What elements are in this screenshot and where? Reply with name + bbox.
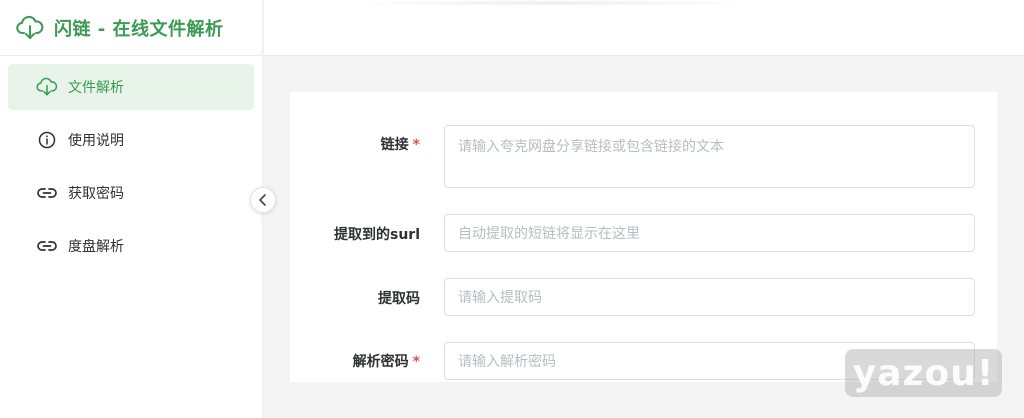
sidebar-item-baidu-parse[interactable]: 度盘解析 (8, 223, 254, 269)
link-icon (36, 182, 58, 204)
top-header (264, 0, 1024, 56)
info-circle-icon (36, 129, 58, 151)
link-label: 链接 * (380, 137, 420, 153)
sidebar-item-usage[interactable]: 使用说明 (8, 117, 254, 163)
surl-label: 提取到的surl (333, 227, 420, 243)
sidebar-item-label: 文件解析 (68, 80, 124, 96)
header-shadow (344, 0, 764, 6)
sidebar-item-label: 度盘解析 (68, 239, 124, 255)
code-placeholder: 请输入提取码 (458, 290, 542, 306)
sidebar-menu: 文件解析 使用说明 获取密码 度盘解析 (0, 56, 262, 269)
brand-title: 闪链 - 在线文件解析 (54, 18, 224, 40)
brand-header: 闪链 - 在线文件解析 (0, 0, 262, 56)
parse-form-card: 链接 * 请输入夸克网盘分享链接或包含链接的文本 提取到的surl 自动提取的短链… (290, 92, 997, 382)
cloud-download-icon (16, 14, 44, 42)
link-textarea[interactable]: 请输入夸克网盘分享链接或包含链接的文本 (444, 125, 975, 188)
watermark: yazou! (845, 349, 1002, 397)
sidebar-item-label: 使用说明 (68, 133, 124, 149)
link-icon (36, 235, 58, 257)
required-mark: * (412, 137, 420, 153)
required-mark: * (412, 354, 420, 370)
chevron-left-icon (258, 191, 268, 210)
sidebar-item-file-parse[interactable]: 文件解析 (8, 64, 254, 110)
surl-placeholder: 自动提取的短链将显示在这里 (458, 226, 640, 242)
sidebar-collapse-button[interactable] (250, 187, 276, 213)
password-label: 解析密码 * (352, 354, 420, 370)
surl-input[interactable]: 自动提取的短链将显示在这里 (444, 214, 975, 252)
password-placeholder: 请输入解析密码 (458, 354, 556, 370)
link-placeholder: 请输入夸克网盘分享链接或包含链接的文本 (458, 139, 724, 155)
sidebar-item-label: 获取密码 (68, 186, 124, 202)
cloud-download-icon (36, 76, 58, 98)
sidebar-item-get-password[interactable]: 获取密码 (8, 170, 254, 216)
code-label: 提取码 (378, 291, 420, 307)
sidebar: 闪链 - 在线文件解析 文件解析 使用说明 获取密码 度盘解析 (0, 0, 263, 418)
code-input[interactable]: 请输入提取码 (444, 278, 975, 316)
